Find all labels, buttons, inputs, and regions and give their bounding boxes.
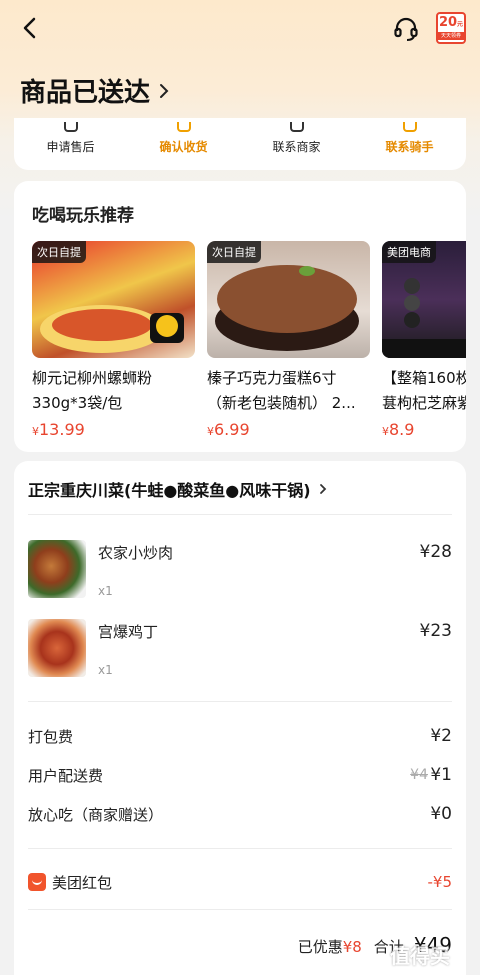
order-status-title[interactable]: 商品已送达 bbox=[20, 72, 170, 109]
discount-label: 已优惠 bbox=[297, 938, 343, 956]
back-button[interactable] bbox=[14, 12, 46, 44]
red-packet-value: -¥5 bbox=[427, 873, 453, 891]
headset-icon bbox=[394, 17, 418, 41]
rec-item[interactable]: 次日自提 榛子巧克力蛋糕6寸 （新老包装随机） 2... ¥6.99 bbox=[207, 241, 370, 439]
delivery-fee-row: 用户配送费 ¥4 ¥1 bbox=[28, 765, 452, 787]
recommendation-title: 吃喝玩乐推荐 bbox=[32, 206, 134, 226]
dish-image bbox=[28, 619, 86, 677]
contact-rider-icon bbox=[402, 122, 417, 132]
contact-merchant-icon bbox=[289, 122, 304, 132]
fee-original-value: ¥4 bbox=[410, 767, 428, 783]
recommendation-list[interactable]: 次日自提 柳元记柳州螺蛳粉 330g*3袋/包 ¥13.99 次日自提 榛子巧克… bbox=[32, 241, 466, 441]
discount-value: ¥8 bbox=[342, 938, 362, 956]
fee-label: 放心吃（商家赠送） bbox=[28, 806, 164, 824]
rec-item[interactable]: 次日自提 柳元记柳州螺蛳粉 330g*3袋/包 ¥13.99 bbox=[32, 241, 195, 439]
food-safety-row: 放心吃（商家赠送） ¥0 bbox=[28, 804, 452, 826]
after-sales-icon bbox=[63, 122, 78, 132]
rec-item[interactable]: 美团电商 【整箱160枚 葚枸杞芝麻紫 ¥8.9 bbox=[382, 241, 466, 439]
packaging-fee-row: 打包费 ¥2 bbox=[28, 726, 452, 748]
divider bbox=[28, 514, 452, 515]
fee-value: ¥1 bbox=[430, 765, 452, 785]
fee-value: ¥0 bbox=[430, 804, 452, 824]
back-arrow-icon bbox=[23, 17, 36, 39]
contact-rider-button[interactable]: 联系骑手 bbox=[353, 118, 466, 170]
dish-quantity: x1 bbox=[98, 663, 113, 677]
order-detail-card: 正宗重庆川菜(牛蛙●酸菜鱼●风味干锅) 农家小炒肉 x1 ¥28 宫爆鸡丁 x1… bbox=[14, 461, 466, 975]
store-name-link[interactable]: 正宗重庆川菜(牛蛙●酸菜鱼●风味干锅) bbox=[28, 477, 327, 501]
divider bbox=[28, 848, 452, 849]
coupon-subtitle: 天天领券 bbox=[438, 32, 464, 40]
order-actions-bar: 申请售后 确认收货 联系商家 联系骑手 bbox=[14, 118, 466, 170]
fee-label: 打包费 bbox=[28, 728, 74, 746]
dish-name: 农家小炒肉 bbox=[98, 544, 174, 562]
dish-row[interactable]: 农家小炒肉 x1 ¥28 bbox=[28, 540, 452, 600]
dish-row[interactable]: 宫爆鸡丁 x1 ¥23 bbox=[28, 619, 452, 679]
dish-name: 宫爆鸡丁 bbox=[98, 623, 159, 641]
recommendation-card: 吃喝玩乐推荐 次日自提 柳元记柳州螺蛳粉 330g*3袋/包 ¥13.99 次日… bbox=[14, 181, 466, 452]
pickup-badge: 次日自提 bbox=[207, 241, 261, 263]
product-name: 榛子巧克力蛋糕6寸 bbox=[207, 369, 337, 387]
ecommerce-badge: 美团电商 bbox=[382, 241, 436, 263]
dish-image bbox=[28, 540, 86, 598]
confirm-receipt-icon bbox=[176, 122, 191, 132]
product-name: 【整箱160枚 bbox=[382, 369, 466, 387]
fee-label: 用户配送费 bbox=[28, 767, 104, 785]
fee-value: ¥2 bbox=[430, 726, 452, 746]
product-price: ¥8.9 bbox=[382, 420, 415, 439]
chevron-right-icon bbox=[160, 83, 169, 98]
chevron-right-icon bbox=[319, 484, 326, 494]
product-name-line2: 葚枸杞芝麻紫 bbox=[382, 394, 466, 412]
product-image: 美团电商 bbox=[382, 241, 466, 358]
divider bbox=[28, 909, 452, 910]
confirm-receipt-button[interactable]: 确认收货 bbox=[127, 118, 240, 170]
after-sales-button[interactable]: 申请售后 bbox=[14, 118, 127, 170]
product-name: 柳元记柳州螺蛳粉 bbox=[32, 369, 153, 387]
dish-price: ¥28 bbox=[419, 542, 452, 562]
watermark: 值得买 bbox=[390, 944, 450, 968]
product-price: ¥13.99 bbox=[32, 420, 85, 439]
pickup-badge: 次日自提 bbox=[32, 241, 86, 263]
dish-price: ¥23 bbox=[419, 621, 452, 641]
divider bbox=[28, 701, 452, 702]
coupon-button[interactable]: 20元 天天领券 bbox=[436, 12, 466, 44]
product-name-line2: （新老包装随机） 2... bbox=[207, 394, 356, 412]
red-packet-icon bbox=[28, 873, 46, 891]
product-image: 次日自提 bbox=[32, 241, 195, 358]
product-price: ¥6.99 bbox=[207, 420, 250, 439]
product-image: 次日自提 bbox=[207, 241, 370, 358]
product-name-line2: 330g*3袋/包 bbox=[32, 394, 123, 412]
contact-merchant-button[interactable]: 联系商家 bbox=[240, 118, 353, 170]
customer-service-button[interactable] bbox=[390, 13, 422, 45]
coupon-amount: 20元 bbox=[438, 15, 464, 30]
dish-quantity: x1 bbox=[98, 584, 113, 598]
red-packet-row: 美团红包 -¥5 bbox=[28, 871, 452, 893]
red-packet-label: 美团红包 bbox=[52, 873, 113, 892]
